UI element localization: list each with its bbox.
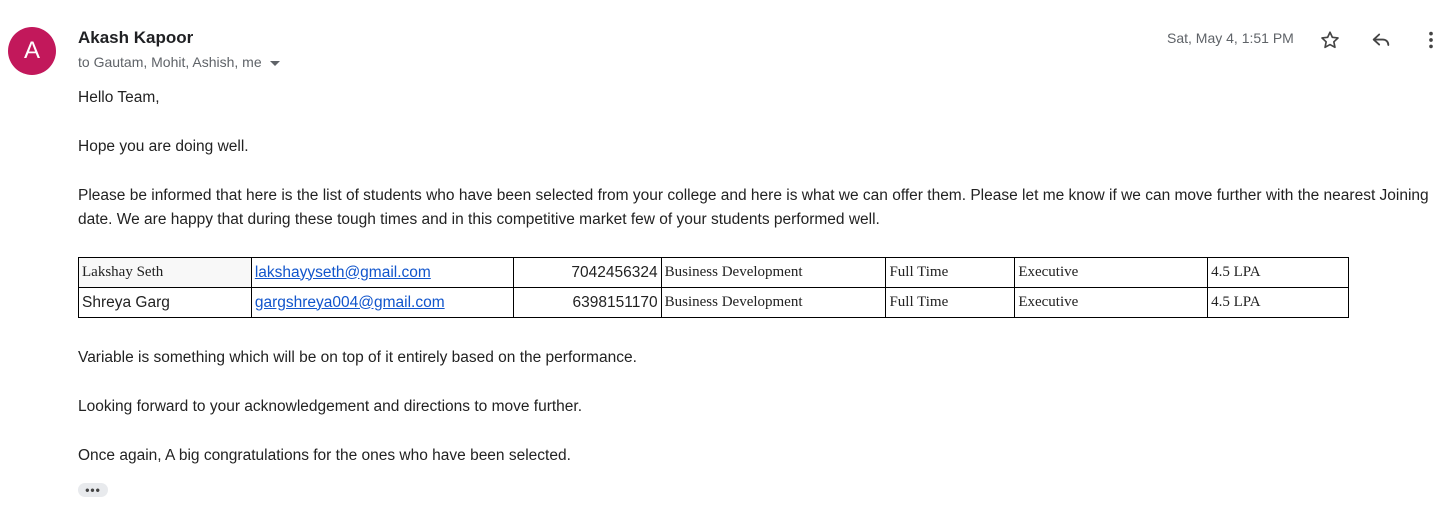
student-phone: 6398151170 bbox=[512, 287, 662, 318]
body-line-variable: Variable is something which will be on t… bbox=[78, 349, 637, 366]
table-row: Lakshay Seth lakshayyseth@gmail.com 7042… bbox=[78, 257, 1349, 288]
student-email-cell: gargshreya004@gmail.com bbox=[250, 287, 514, 318]
table-row: Shreya Garg gargshreya004@gmail.com 6398… bbox=[78, 287, 1349, 318]
body-line-hope: Hope you are doing well. bbox=[78, 138, 249, 155]
student-role: Executive bbox=[1014, 257, 1209, 288]
student-email-link[interactable]: lakshayyseth@gmail.com bbox=[255, 264, 431, 281]
star-icon bbox=[1321, 31, 1339, 49]
student-name: Lakshay Seth bbox=[78, 257, 252, 288]
student-job-type: Full Time bbox=[885, 287, 1016, 318]
students-table: Lakshay Seth lakshayyseth@gmail.com 7042… bbox=[78, 257, 1349, 318]
show-trimmed-content-button[interactable]: ••• bbox=[78, 483, 108, 497]
caret-down-icon[interactable] bbox=[269, 60, 280, 66]
student-email-link[interactable]: gargshreya004@gmail.com bbox=[255, 294, 445, 311]
recipients-line: to Gautam, Mohit, Ashish, me bbox=[78, 54, 280, 70]
ellipsis-icon: ••• bbox=[85, 483, 101, 497]
recipients-text: to Gautam, Mohit, Ashish, me bbox=[78, 54, 262, 70]
student-ctc: 4.5 LPA bbox=[1207, 287, 1349, 318]
student-job-type: Full Time bbox=[885, 257, 1016, 288]
student-phone: 7042456324 bbox=[512, 257, 662, 288]
avatar[interactable]: A bbox=[8, 27, 56, 75]
star-button[interactable] bbox=[1317, 27, 1343, 53]
student-department: Business Development bbox=[660, 257, 887, 288]
student-role: Executive bbox=[1014, 287, 1209, 318]
greeting: Hello Team, bbox=[78, 89, 160, 106]
student-ctc: 4.5 LPA bbox=[1207, 257, 1349, 288]
sender-name[interactable]: Akash Kapoor bbox=[78, 28, 193, 48]
more-options-button[interactable] bbox=[1418, 27, 1444, 53]
email-date: Sat, May 4, 1:51 PM bbox=[1167, 30, 1294, 46]
student-name: Shreya Garg bbox=[78, 287, 252, 318]
student-email-cell: lakshayyseth@gmail.com bbox=[250, 257, 514, 288]
body-line-forward: Looking forward to your acknowledgement … bbox=[78, 398, 583, 415]
more-vert-icon bbox=[1429, 31, 1433, 49]
body-line-congrats: Once again, A big congratulations for th… bbox=[78, 447, 571, 464]
reply-button[interactable] bbox=[1368, 27, 1394, 53]
student-department: Business Development bbox=[660, 287, 887, 318]
reply-icon bbox=[1372, 33, 1390, 46]
body-paragraph: Please be informed that here is the list… bbox=[78, 187, 1429, 228]
